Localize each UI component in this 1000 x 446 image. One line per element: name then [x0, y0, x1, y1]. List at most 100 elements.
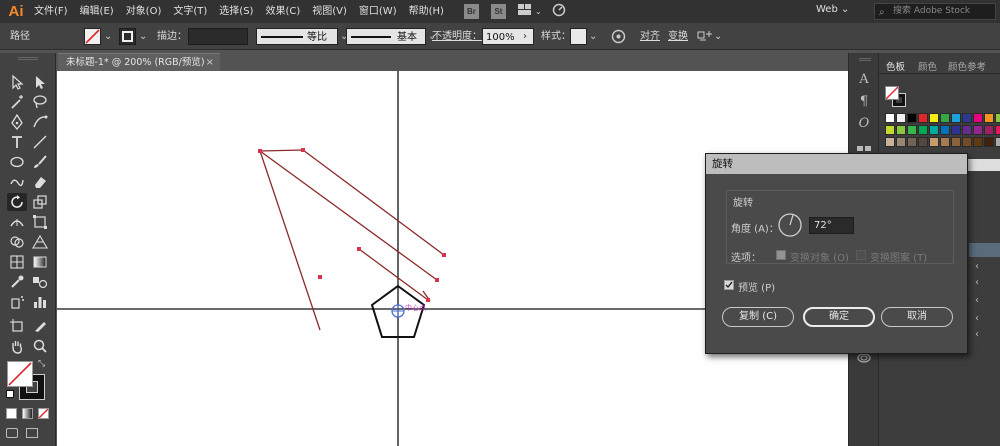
recolor-artwork-icon[interactable]: [611, 28, 626, 45]
magic-wand-tool-icon[interactable]: [7, 93, 27, 111]
fill-swatch[interactable]: [84, 28, 101, 45]
rotated-path-preview[interactable]: [259, 149, 445, 331]
none-mode-icon[interactable]: [38, 408, 49, 419]
swatch[interactable]: [896, 125, 906, 135]
shape-builder-tool-icon[interactable]: [7, 233, 27, 251]
swatch[interactable]: [929, 137, 939, 147]
line-segment-tool-icon[interactable]: [30, 133, 50, 151]
graphic-style-swatch[interactable]: [570, 28, 587, 45]
gradient-mode-icon[interactable]: [22, 408, 33, 419]
swatch[interactable]: [918, 137, 928, 147]
chevron-down-icon[interactable]: ⌄: [104, 28, 112, 45]
gpu-performance-icon[interactable]: [552, 3, 566, 20]
brush-definition[interactable]: 基本: [346, 28, 426, 45]
swatch[interactable]: [940, 113, 950, 123]
stroke-weight-field[interactable]: [188, 28, 248, 45]
gradient-tool-icon[interactable]: [30, 253, 50, 271]
type-tool-icon[interactable]: [7, 133, 27, 151]
tab-color[interactable]: 颜色: [918, 59, 937, 73]
scale-tool-icon[interactable]: [30, 193, 50, 211]
menu-object[interactable]: 对象(O): [120, 0, 168, 23]
menu-help[interactable]: 帮助(H): [403, 0, 450, 23]
swatch[interactable]: [951, 125, 961, 135]
default-colors-icon[interactable]: [6, 390, 14, 398]
dialog-title[interactable]: 旋转: [706, 154, 967, 174]
swatch[interactable]: [951, 137, 961, 147]
free-transform-tool-icon[interactable]: [30, 213, 50, 231]
artboard-tool-icon[interactable]: [7, 317, 27, 335]
cancel-button[interactable]: 取消: [881, 307, 953, 327]
chevron-down-icon[interactable]: ⌄: [589, 28, 597, 45]
chevron-down-icon[interactable]: ⌄: [139, 28, 147, 45]
swatch[interactable]: [962, 137, 972, 147]
swatch[interactable]: [885, 113, 895, 123]
swatch[interactable]: [885, 137, 895, 147]
isolate-icon[interactable]: [696, 28, 714, 45]
mesh-tool-icon[interactable]: [7, 253, 27, 271]
swatch[interactable]: [973, 125, 983, 135]
shaper-tool-icon[interactable]: [7, 173, 27, 191]
angle-dial-icon[interactable]: [777, 212, 803, 241]
arrange-documents-icon[interactable]: [517, 4, 532, 19]
swatch[interactable]: [995, 137, 1000, 147]
swatch[interactable]: [962, 113, 972, 123]
selection-tool-icon[interactable]: [7, 73, 27, 91]
variable-width-profile[interactable]: 等比: [256, 28, 338, 45]
blend-tool-icon[interactable]: [30, 273, 50, 291]
character-panel-icon[interactable]: A: [856, 72, 872, 88]
swatch[interactable]: [896, 113, 906, 123]
menu-edit[interactable]: 编辑(E): [74, 0, 120, 23]
panel-grip[interactable]: [18, 57, 38, 60]
swatch[interactable]: [907, 137, 917, 147]
swap-fill-stroke-icon[interactable]: ⤡: [38, 359, 45, 369]
angle-field[interactable]: 72°: [809, 217, 854, 234]
swatch[interactable]: [962, 125, 972, 135]
swatch[interactable]: [885, 125, 895, 135]
screen-mode-icon[interactable]: [26, 428, 38, 438]
stroke-swatch[interactable]: [119, 28, 136, 45]
swatch[interactable]: [929, 125, 939, 135]
swatch[interactable]: [907, 125, 917, 135]
fill-color-swatch[interactable]: [7, 361, 33, 387]
direct-selection-tool-icon[interactable]: [30, 73, 50, 91]
chevron-down-icon[interactable]: ⌄: [535, 7, 542, 16]
width-tool-icon[interactable]: [7, 213, 27, 231]
pen-tool-icon[interactable]: [7, 113, 27, 131]
swatch[interactable]: [995, 113, 1000, 123]
swatch[interactable]: [984, 125, 994, 135]
ellipse-tool-icon[interactable]: [7, 153, 27, 171]
swatch[interactable]: [984, 137, 994, 147]
copy-button[interactable]: 复制 (C): [722, 307, 794, 327]
curvature-tool-icon[interactable]: [30, 113, 50, 131]
ok-button[interactable]: 确定: [803, 307, 875, 327]
preview-checkbox[interactable]: [724, 280, 734, 290]
chevron-down-icon[interactable]: ⌄: [714, 28, 722, 45]
zoom-tool-icon[interactable]: [30, 337, 50, 355]
transform-objects-checkbox[interactable]: [776, 250, 786, 260]
symbol-sprayer-tool-icon[interactable]: [7, 293, 27, 311]
rotate-tool-icon[interactable]: [7, 193, 27, 211]
transform-link[interactable]: 变换: [668, 28, 688, 45]
eraser-tool-icon[interactable]: [30, 173, 50, 191]
anchor-points[interactable]: [258, 148, 446, 302]
tab-color-guide[interactable]: 颜色参考: [948, 59, 986, 73]
swatch[interactable]: [940, 125, 950, 135]
document-tab[interactable]: 未标题-1* @ 200% (RGB/预览) ×: [58, 53, 220, 71]
lasso-tool-icon[interactable]: [30, 93, 50, 111]
swatch[interactable]: [984, 113, 994, 123]
menu-view[interactable]: 视图(V): [306, 0, 353, 23]
eyedropper-tool-icon[interactable]: [7, 273, 27, 291]
drawing-mode-icon[interactable]: [6, 428, 18, 438]
stock-button[interactable]: St: [490, 4, 506, 19]
transform-patterns-checkbox[interactable]: [856, 250, 866, 260]
opacity-label[interactable]: 不透明度：: [432, 28, 482, 45]
swatch[interactable]: [929, 113, 939, 123]
panel-fill-stroke-indicator[interactable]: [885, 86, 907, 108]
menu-file[interactable]: 文件(F): [28, 0, 74, 23]
close-icon[interactable]: ×: [206, 54, 214, 72]
paintbrush-tool-icon[interactable]: [30, 153, 50, 171]
align-link[interactable]: 对齐: [640, 28, 660, 45]
opentype-panel-icon[interactable]: O: [856, 116, 872, 132]
hand-tool-icon[interactable]: [7, 337, 27, 355]
chevron-right-icon[interactable]: ›: [523, 28, 527, 45]
